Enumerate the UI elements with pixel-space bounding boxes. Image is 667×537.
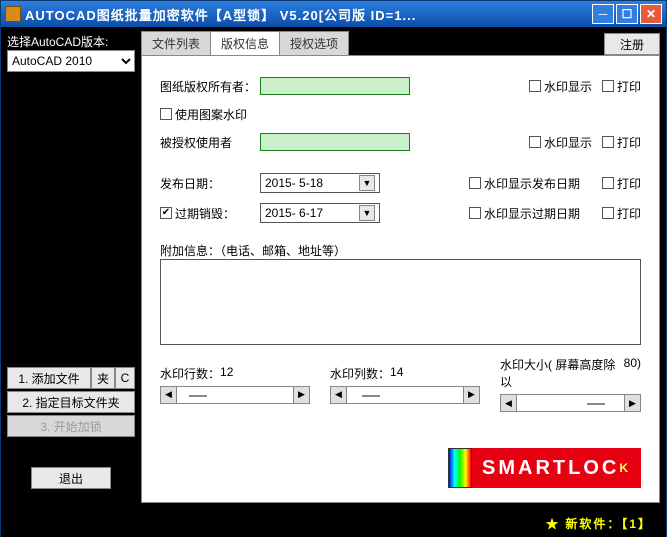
wm-size-label: 水印大小( 屏幕高度除以 bbox=[500, 356, 624, 390]
pub-print-checkbox[interactable]: 打印 bbox=[602, 175, 641, 192]
copyright-panel: 图纸版权所有者： 水印显示 打印 使用图案水印 被授权使用者 水印显示 打印 bbox=[141, 55, 660, 503]
owner-input[interactable] bbox=[260, 77, 410, 95]
licensed-user-label: 被授权使用者 bbox=[160, 134, 260, 151]
owner-label: 图纸版权所有者： bbox=[160, 78, 260, 95]
chevron-down-icon: ▼ bbox=[359, 205, 375, 221]
use-pattern-wm-checkbox[interactable]: 使用图案水印 bbox=[160, 106, 260, 123]
licensed-user-input[interactable] bbox=[260, 133, 410, 151]
close-button[interactable]: ✕ bbox=[640, 4, 662, 24]
publish-date-label: 发布日期： bbox=[160, 175, 260, 192]
status-text[interactable]: ★ 新软件：【1】 bbox=[546, 515, 652, 532]
publish-date-picker[interactable]: 2015- 5-18▼ bbox=[260, 173, 380, 193]
wm-size-value: 80 bbox=[624, 356, 637, 390]
tab-copyright[interactable]: 版权信息 bbox=[210, 31, 280, 55]
main-area: 选择AutoCAD版本: AutoCAD 2010 1. 添加文件 夹 C 2.… bbox=[1, 27, 666, 509]
autocad-version-label: 选择AutoCAD版本: bbox=[7, 33, 135, 50]
folder-button[interactable]: 夹 bbox=[91, 367, 115, 389]
exit-button[interactable]: 退出 bbox=[31, 467, 111, 489]
spectrum-icon bbox=[448, 448, 472, 488]
expire-destroy-checkbox[interactable]: ✔过期销毁： bbox=[160, 205, 260, 222]
wm-rows-value: 12 bbox=[220, 365, 233, 382]
wm-show-exp-checkbox[interactable]: 水印显示过期日期 bbox=[469, 205, 580, 222]
title-text: AUTOCAD图纸批量加密软件【A型锁】 V5.20[公司版 ID=1... bbox=[25, 5, 590, 24]
status-bar: ★ 新软件：【1】 bbox=[1, 509, 666, 537]
tab-auth-options[interactable]: 授权选项 bbox=[279, 31, 349, 55]
app-icon bbox=[5, 6, 21, 22]
right-panel: 文件列表 版权信息 授权选项 注册 图纸版权所有者： 水印显示 打印 使用图案水… bbox=[141, 27, 666, 509]
chevron-down-icon: ▼ bbox=[359, 175, 375, 191]
wm-cols-value: 14 bbox=[390, 365, 403, 382]
addinfo-textarea[interactable] bbox=[160, 259, 641, 345]
add-files-button[interactable]: 1. 添加文件 bbox=[7, 367, 91, 389]
target-folder-button[interactable]: 2. 指定目标文件夹 bbox=[7, 391, 135, 413]
clear-button[interactable]: C bbox=[115, 367, 135, 389]
owner-print-checkbox[interactable]: 打印 bbox=[602, 78, 641, 95]
user-print-checkbox[interactable]: 打印 bbox=[602, 134, 641, 151]
left-panel: 选择AutoCAD版本: AutoCAD 2010 1. 添加文件 夹 C 2.… bbox=[1, 27, 141, 509]
start-lock-button: 3. 开始加锁 bbox=[7, 415, 135, 437]
tab-bar: 文件列表 版权信息 授权选项 注册 bbox=[141, 33, 660, 55]
smartlock-logo: SMARTLOCK bbox=[472, 448, 641, 488]
exp-print-checkbox[interactable]: 打印 bbox=[602, 205, 641, 222]
wm-cols-slider[interactable]: ◀▶ bbox=[330, 386, 480, 404]
register-button[interactable]: 注册 bbox=[604, 33, 660, 55]
logo-strip: SMARTLOCK bbox=[448, 448, 641, 488]
addinfo-label: 附加信息：（电话、邮箱、地址等） bbox=[160, 242, 641, 259]
tab-file-list[interactable]: 文件列表 bbox=[141, 31, 211, 55]
titlebar: AUTOCAD图纸批量加密软件【A型锁】 V5.20[公司版 ID=1... ─… bbox=[1, 1, 666, 27]
maximize-button[interactable]: ☐ bbox=[616, 4, 638, 24]
owner-wm-show-checkbox[interactable]: 水印显示 bbox=[529, 78, 592, 95]
minimize-button[interactable]: ─ bbox=[592, 4, 614, 24]
wm-rows-slider[interactable]: ◀▶ bbox=[160, 386, 310, 404]
user-wm-show-checkbox[interactable]: 水印显示 bbox=[529, 134, 592, 151]
wm-size-slider[interactable]: ◀▶ bbox=[500, 394, 641, 412]
autocad-version-select[interactable]: AutoCAD 2010 bbox=[7, 50, 135, 72]
wm-cols-label: 水印列数： bbox=[330, 365, 390, 382]
wm-show-pub-checkbox[interactable]: 水印显示发布日期 bbox=[469, 175, 580, 192]
expire-date-picker[interactable]: 2015- 6-17▼ bbox=[260, 203, 380, 223]
wm-rows-label: 水印行数： bbox=[160, 365, 220, 382]
